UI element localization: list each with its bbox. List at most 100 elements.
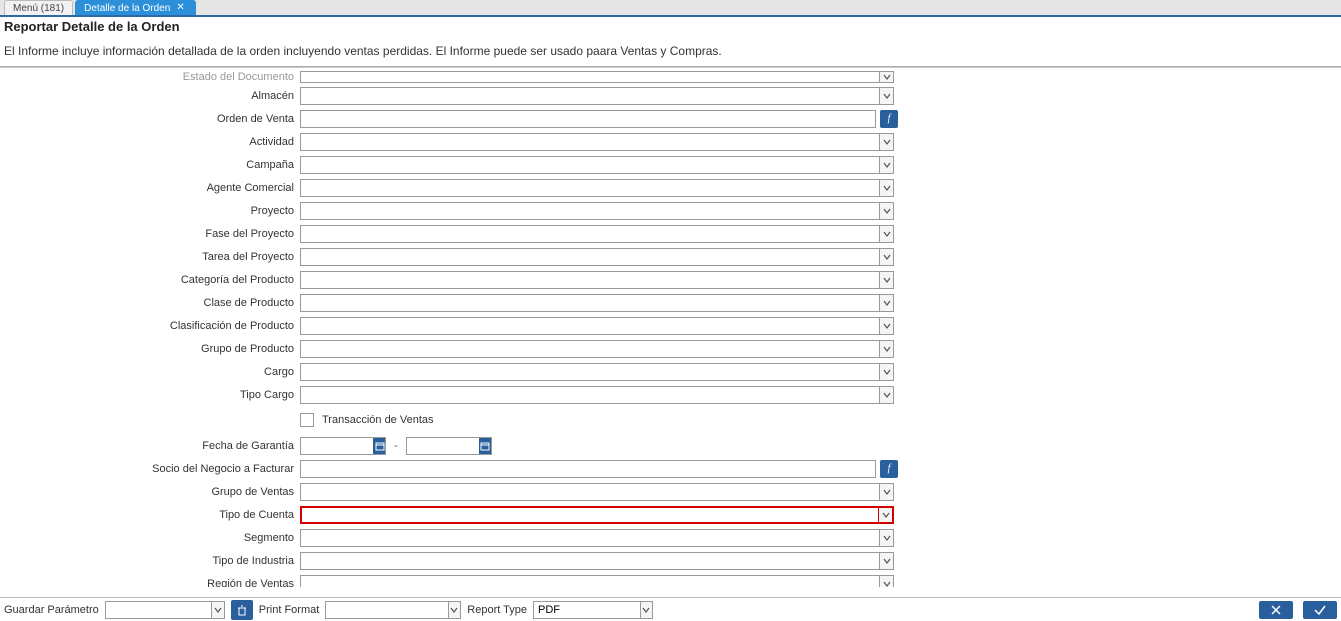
close-tab-icon[interactable]: ✕: [174, 3, 186, 13]
input-grupo-ventas[interactable]: [301, 484, 879, 500]
calendar-icon[interactable]: [373, 438, 385, 454]
combo-agente-comercial[interactable]: [300, 179, 894, 197]
combo-cargo[interactable]: [300, 363, 894, 381]
lookup-icon: f: [888, 113, 891, 124]
trash-icon: [236, 604, 248, 616]
date-to-fecha-garantia[interactable]: [406, 437, 492, 455]
calendar-icon[interactable]: [479, 438, 491, 454]
input-tipo-industria[interactable]: [301, 553, 879, 569]
chevron-down-icon[interactable]: [879, 530, 893, 546]
chevron-down-icon[interactable]: [879, 576, 893, 588]
input-campana[interactable]: [301, 157, 879, 173]
input-orden-venta[interactable]: [301, 111, 875, 127]
tab-menu[interactable]: Menú (181): [4, 0, 73, 15]
lookup-button-socio-facturar[interactable]: f: [880, 460, 898, 478]
chevron-down-icon[interactable]: [879, 249, 893, 265]
label-grupo-producto: Grupo de Producto: [0, 343, 300, 355]
chevron-down-icon[interactable]: [879, 553, 893, 569]
chevron-down-icon[interactable]: [879, 226, 893, 242]
delete-parametro-button[interactable]: [231, 600, 253, 620]
chevron-down-icon[interactable]: [448, 602, 461, 618]
input-region-ventas[interactable]: [301, 576, 879, 588]
input-segmento[interactable]: [301, 530, 879, 546]
chevron-down-icon[interactable]: [879, 134, 893, 150]
search-socio-facturar[interactable]: [300, 460, 876, 478]
checkbox-transaccion-ventas[interactable]: [300, 413, 314, 427]
input-proyecto[interactable]: [301, 203, 879, 219]
combo-region-ventas[interactable]: [300, 575, 894, 588]
cancel-button[interactable]: [1259, 601, 1293, 619]
chevron-down-icon[interactable]: [879, 364, 893, 380]
input-categoria-producto[interactable]: [301, 272, 879, 288]
combo-grupo-producto[interactable]: [300, 340, 894, 358]
input-actividad[interactable]: [301, 134, 879, 150]
label-categoria-producto: Categoría del Producto: [0, 274, 300, 286]
input-tarea-proyecto[interactable]: [301, 249, 879, 265]
label-actividad: Actividad: [0, 136, 300, 148]
input-tipo-cargo[interactable]: [301, 387, 879, 403]
chevron-down-icon[interactable]: [211, 602, 224, 618]
combo-clase-producto[interactable]: [300, 294, 894, 312]
combo-estado-documento[interactable]: [300, 71, 894, 83]
input-agente-comercial[interactable]: [301, 180, 879, 196]
combo-campana[interactable]: [300, 156, 894, 174]
chevron-down-icon[interactable]: [879, 157, 893, 173]
combo-tipo-industria[interactable]: [300, 552, 894, 570]
chevron-down-icon[interactable]: [879, 72, 893, 82]
date-from-fecha-garantia[interactable]: [300, 437, 386, 455]
chevron-down-icon[interactable]: [878, 508, 892, 522]
input-grupo-producto[interactable]: [301, 341, 879, 357]
combo-fase-proyecto[interactable]: [300, 225, 894, 243]
confirm-button[interactable]: [1303, 601, 1337, 619]
input-estado-documento[interactable]: [301, 72, 879, 82]
combo-report-type[interactable]: [533, 601, 653, 619]
lookup-button-orden-venta[interactable]: f: [880, 110, 898, 128]
combo-tipo-cargo[interactable]: [300, 386, 894, 404]
chevron-down-icon[interactable]: [879, 484, 893, 500]
combo-actividad[interactable]: [300, 133, 894, 151]
label-fecha-garantia: Fecha de Garantía: [0, 440, 300, 452]
page-header: Reportar Detalle de la Orden: [0, 17, 1341, 34]
chevron-down-icon[interactable]: [879, 272, 893, 288]
form-scroll-area[interactable]: Estado del Documento Almacén: [0, 67, 1341, 587]
label-clasificacion-producto: Clasificación de Producto: [0, 320, 300, 332]
input-almacen[interactable]: [301, 88, 879, 104]
combo-almacen[interactable]: [300, 87, 894, 105]
label-proyecto: Proyecto: [0, 205, 300, 217]
combo-guardar-parametro[interactable]: [105, 601, 225, 619]
chevron-down-icon[interactable]: [879, 295, 893, 311]
tab-detalle-orden[interactable]: Detalle de la Orden ✕: [75, 0, 196, 15]
combo-clasificacion-producto[interactable]: [300, 317, 894, 335]
label-transaccion-ventas: Transacción de Ventas: [322, 414, 434, 426]
input-fecha-garantia-from[interactable]: [301, 438, 373, 454]
chevron-down-icon[interactable]: [879, 180, 893, 196]
chevron-down-icon[interactable]: [879, 203, 893, 219]
combo-grupo-ventas[interactable]: [300, 483, 894, 501]
input-report-type[interactable]: [534, 602, 639, 618]
input-tipo-cuenta[interactable]: [302, 508, 878, 522]
chevron-down-icon[interactable]: [879, 318, 893, 334]
combo-categoria-producto[interactable]: [300, 271, 894, 289]
combo-proyecto[interactable]: [300, 202, 894, 220]
search-orden-venta[interactable]: [300, 110, 876, 128]
chevron-down-icon[interactable]: [879, 88, 893, 104]
chevron-down-icon[interactable]: [879, 387, 893, 403]
date-range-separator: -: [390, 440, 402, 452]
tab-menu-label: Menú (181): [13, 2, 64, 15]
chevron-down-icon[interactable]: [640, 602, 653, 618]
combo-segmento[interactable]: [300, 529, 894, 547]
input-fase-proyecto[interactable]: [301, 226, 879, 242]
chevron-down-icon[interactable]: [879, 341, 893, 357]
combo-tarea-proyecto[interactable]: [300, 248, 894, 266]
input-print-format[interactable]: [326, 602, 447, 618]
label-tipo-cargo: Tipo Cargo: [0, 389, 300, 401]
input-guardar-parametro[interactable]: [106, 602, 211, 618]
input-fecha-garantia-to[interactable]: [407, 438, 479, 454]
label-guardar-parametro: Guardar Parámetro: [4, 604, 99, 616]
combo-tipo-cuenta[interactable]: [300, 506, 894, 524]
input-cargo[interactable]: [301, 364, 879, 380]
input-socio-facturar[interactable]: [301, 461, 875, 477]
combo-print-format[interactable]: [325, 601, 461, 619]
input-clase-producto[interactable]: [301, 295, 879, 311]
input-clasificacion-producto[interactable]: [301, 318, 879, 334]
